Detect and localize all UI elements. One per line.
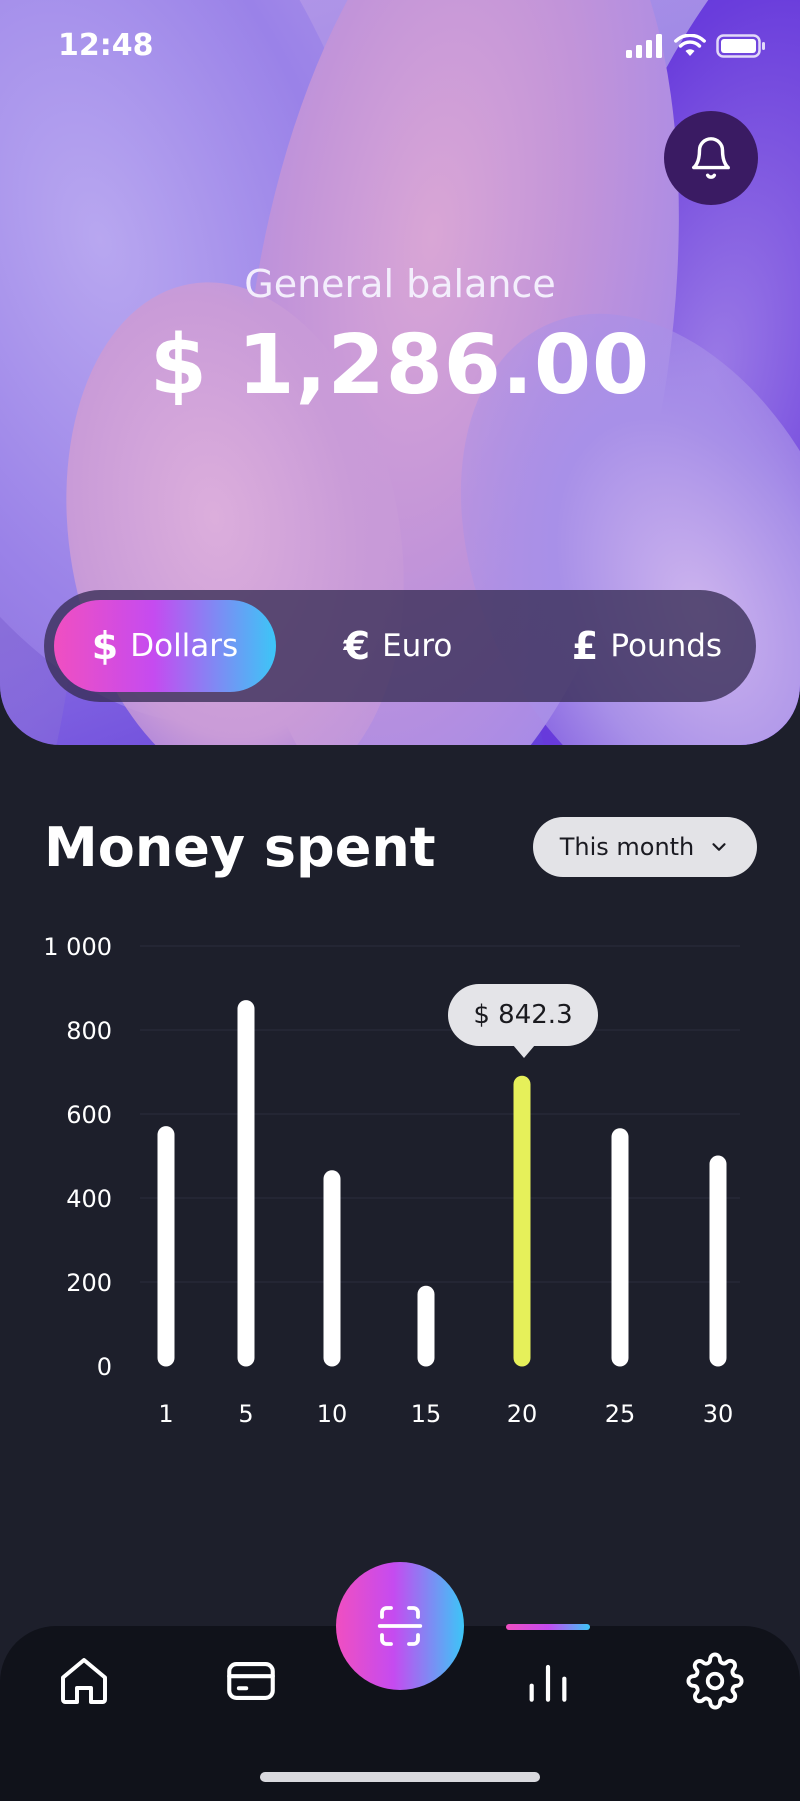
nav-settings[interactable] [680, 1646, 750, 1716]
currency-tab-label: Euro [382, 628, 453, 664]
status-time: 12:48 [58, 28, 154, 63]
period-label: This month [559, 833, 695, 861]
x-tick-label: 15 [411, 1400, 442, 1428]
section-title: Money spent [44, 816, 436, 879]
balance-label: General balance [244, 262, 556, 306]
home-indicator [260, 1772, 540, 1782]
currency-tab-label: Dollars [130, 628, 239, 664]
chart-canvas: 02004006008001 0001 5 10 15 20 25 30 [43, 933, 740, 1428]
dollar-icon: $ [91, 624, 119, 668]
status-bar: 12:48 [0, 0, 800, 100]
euro-icon: € [343, 624, 371, 668]
x-tick-label: 30 [703, 1400, 734, 1428]
y-tick-label: 1 000 [43, 933, 112, 961]
y-tick-label: 800 [66, 1017, 112, 1045]
x-tick-label: 25 [605, 1400, 636, 1428]
chevron-down-icon [712, 843, 726, 851]
currency-switch: $ Dollars € Euro £ Pounds [44, 590, 756, 702]
notifications-button[interactable] [664, 111, 758, 205]
nav-cards[interactable] [216, 1646, 286, 1716]
currency-tab-label: Pounds [610, 628, 723, 664]
x-tick-label: 5 [238, 1400, 253, 1428]
nav-home[interactable] [49, 1646, 119, 1716]
money-spent-chart: 0 200 400 600 800 1 000 1 5 10 15 20 25 30 [0, 920, 800, 1440]
signal-icon [626, 34, 662, 58]
scan-icon [377, 1606, 423, 1646]
balance-value: $ 1,286.00 [149, 318, 651, 413]
y-tick-label: 0 [97, 1353, 112, 1381]
x-tick-label: 10 [317, 1400, 348, 1428]
bell-icon [692, 137, 730, 179]
status-icons [626, 34, 766, 58]
y-tick-label: 600 [66, 1101, 112, 1129]
stats-icon [529, 1664, 567, 1702]
currency-tab-dollars[interactable]: $ Dollars [54, 600, 276, 692]
y-tick-label: 200 [66, 1269, 112, 1297]
battery-icon [716, 34, 765, 58]
gear-icon [686, 1652, 744, 1710]
y-tick-label: 400 [66, 1185, 112, 1213]
home-icon [61, 1658, 107, 1704]
currency-tab-euro[interactable]: € Euro [318, 600, 478, 692]
x-tick-label: 20 [507, 1400, 538, 1428]
bar-tooltip: $ 842.3 [448, 984, 598, 1058]
active-tab-indicator [506, 1624, 590, 1630]
currency-tab-pounds[interactable]: £ Pounds [552, 600, 742, 692]
wifi-icon [674, 34, 706, 56]
pound-icon: £ [571, 624, 599, 668]
period-dropdown[interactable]: This month [533, 817, 757, 877]
x-tick-label: 1 [158, 1400, 173, 1428]
nav-stats[interactable] [513, 1646, 583, 1716]
scan-button[interactable] [336, 1562, 464, 1690]
card-icon [227, 1662, 275, 1700]
